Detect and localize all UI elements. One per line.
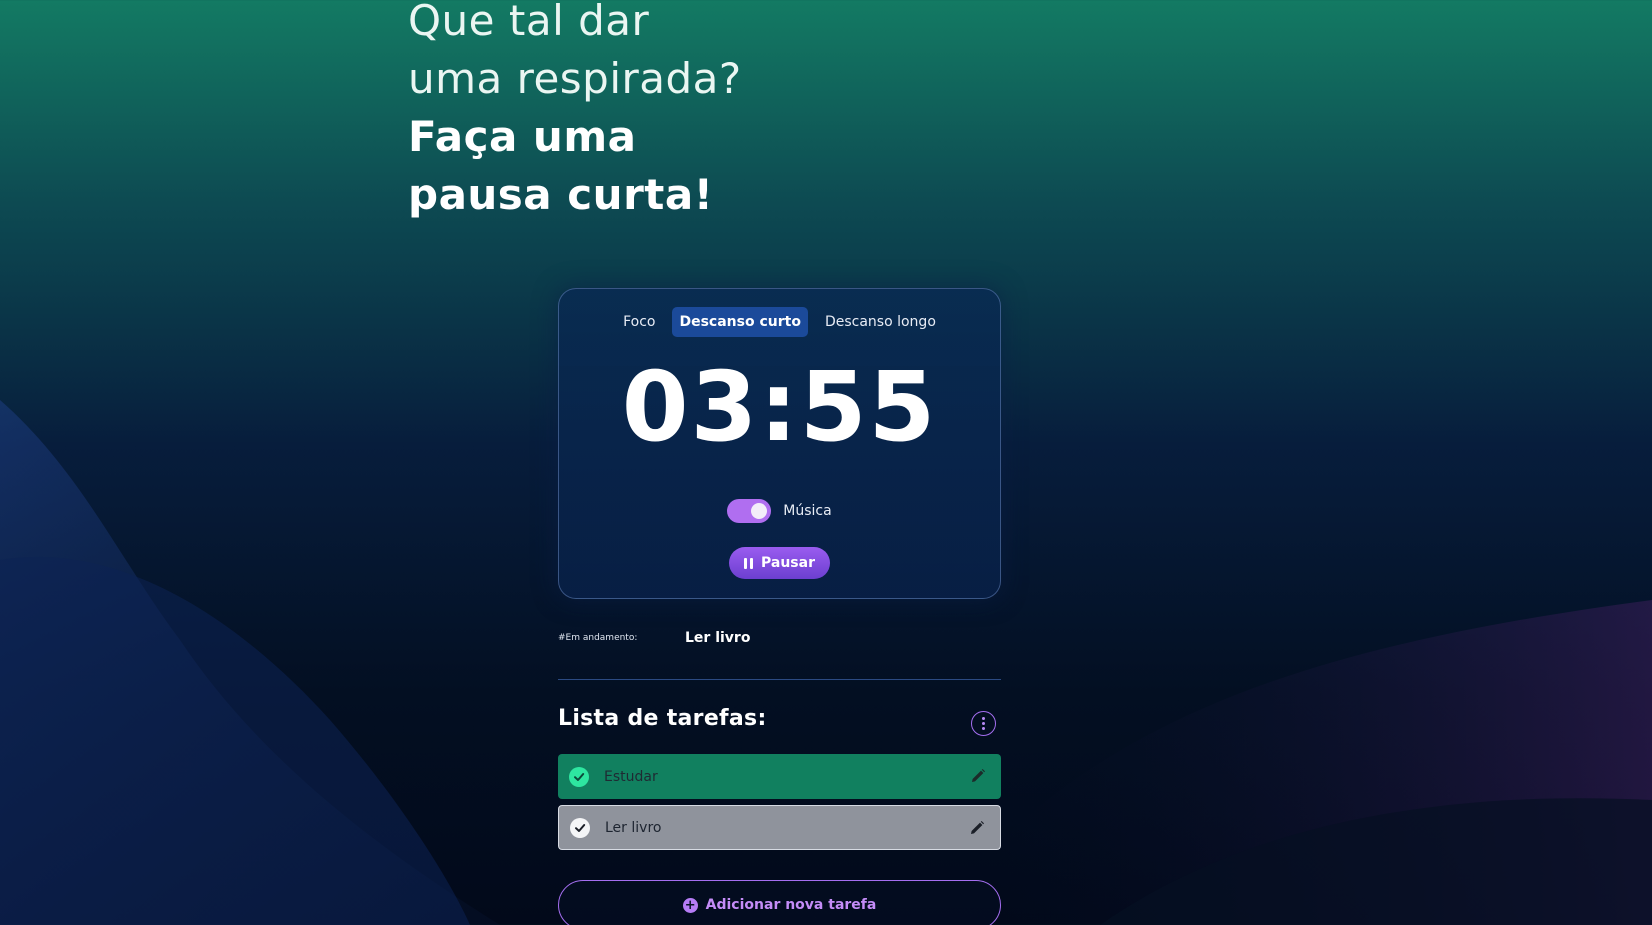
pause-icon — [744, 557, 753, 569]
more-vertical-icon — [982, 717, 985, 720]
task-item-estudar[interactable]: Estudar — [558, 754, 1001, 799]
timer-mode-tabs: Foco Descanso curto Descanso longo — [559, 307, 1000, 337]
divider — [558, 679, 1001, 680]
headline-line-3: Faça uma — [408, 112, 637, 161]
edit-pencil-icon[interactable] — [968, 819, 986, 837]
add-task-button[interactable]: + Adicionar nova tarefa — [558, 880, 1001, 925]
headline-line-4: pausa curta! — [408, 170, 714, 219]
check-icon[interactable] — [569, 766, 589, 787]
task-name: Estudar — [604, 768, 658, 785]
headline-line-2: uma respirada? — [408, 54, 742, 103]
task-list-title: Lista de tarefas: — [558, 706, 767, 731]
edit-pencil-icon[interactable] — [969, 767, 987, 785]
timer-card: Foco Descanso curto Descanso longo 03:55… — [558, 288, 1001, 599]
timer-display: 03:55 — [621, 351, 938, 463]
music-toggle[interactable] — [727, 499, 772, 523]
in-progress: #Em andamento: Ler livro — [558, 630, 1001, 650]
headline-line-1: Que tal dar — [408, 0, 650, 45]
task-name: Ler livro — [605, 819, 662, 836]
check-icon[interactable] — [570, 817, 590, 838]
tab-descanso-longo[interactable]: Descanso longo — [818, 307, 943, 337]
pause-label: Pausar — [761, 555, 815, 571]
toggle-knob — [751, 503, 768, 519]
music-row: Música — [559, 499, 1000, 523]
music-label: Música — [783, 503, 832, 519]
pause-button[interactable]: Pausar — [729, 547, 830, 579]
task-item-ler-livro[interactable]: Ler livro — [558, 805, 1001, 850]
in-progress-label: #Em andamento: — [558, 633, 638, 643]
more-options-button[interactable] — [971, 711, 996, 736]
tab-foco[interactable]: Foco — [616, 307, 662, 337]
headline: Que tal dar uma respirada? Faça uma paus… — [408, 0, 788, 224]
in-progress-task: Ler livro — [685, 630, 751, 646]
add-circle-icon: + — [682, 897, 698, 913]
tab-descanso-curto[interactable]: Descanso curto — [672, 307, 808, 337]
add-task-label: Adicionar nova tarefa — [705, 897, 877, 913]
